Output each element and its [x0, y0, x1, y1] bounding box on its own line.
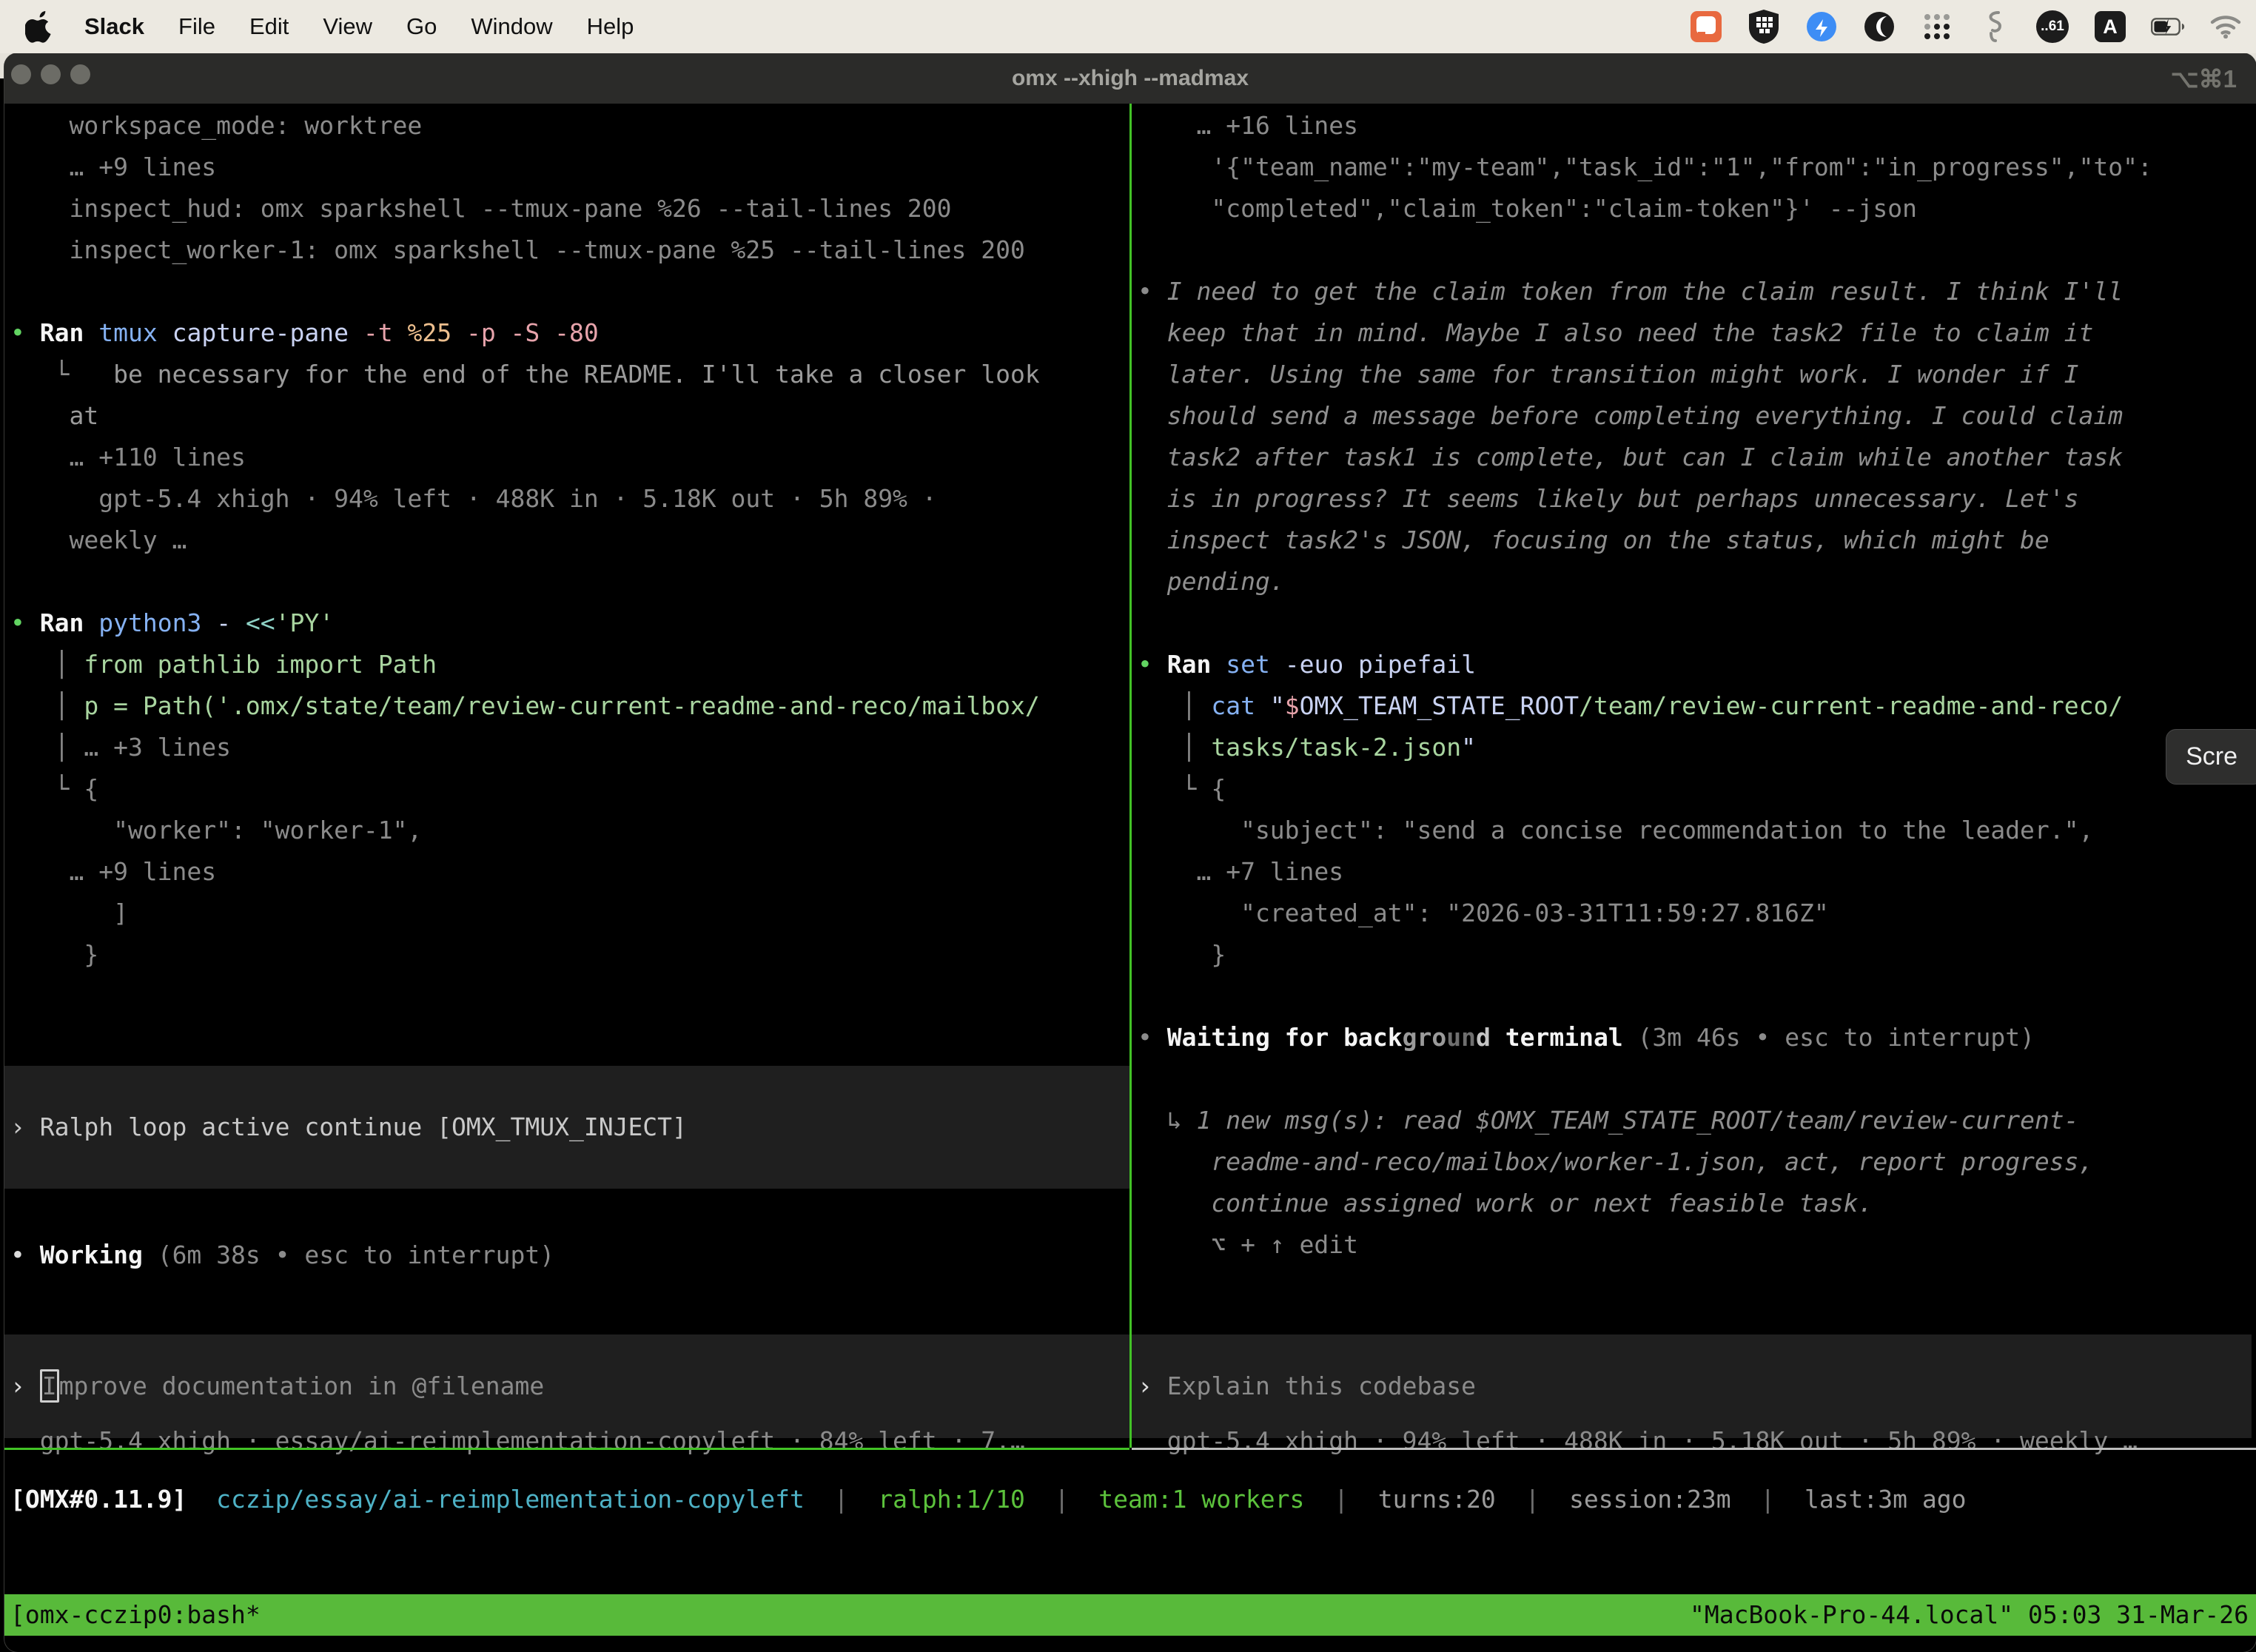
- tmux-pane-left[interactable]: workspace_mode: worktree … +9 lines insp…: [4, 104, 1129, 1448]
- terminal-line: "worker": "worker-1",: [10, 810, 1127, 851]
- chat-app-icon[interactable]: [1689, 10, 1723, 44]
- menu-item-file[interactable]: File: [178, 13, 215, 40]
- prompt-chevron: ›: [10, 1371, 40, 1400]
- left-model-status-line: gpt-5.4 xhigh · essay/ai-reimplementatio…: [10, 1420, 1025, 1462]
- terminal-line: ⌥ + ↑ edit: [1138, 1224, 2249, 1266]
- terminal-line: readme-and-reco/mailbox/worker-1.json, a…: [1138, 1141, 2249, 1183]
- right-model-status-line: gpt-5.4 xhigh · 94% left · 488K in · 5.1…: [1138, 1420, 2138, 1462]
- menu-item-view[interactable]: View: [323, 13, 372, 40]
- terminal-line: • Waiting for background terminal (3m 46…: [1138, 1017, 2249, 1058]
- terminal-line: [1138, 229, 2249, 271]
- terminal-line: workspace_mode: worktree: [10, 105, 1127, 147]
- input-source-icon[interactable]: A: [2093, 10, 2127, 44]
- terminal-line: "subject": "send a concise recommendatio…: [1138, 810, 2249, 851]
- terminal-line: task2 after task1 is complete, but can I…: [1138, 437, 2249, 478]
- terminal-line: [1138, 1058, 2249, 1100]
- terminal-line: │ tasks/task-2.json": [1138, 727, 2249, 768]
- tmux-session-name[interactable]: [omx-cczip0:bash*: [10, 1594, 261, 1636]
- tmux-pane-right[interactable]: … +16 lines '{"team_name":"my-team","tas…: [1132, 104, 2252, 1448]
- terminal-line: … +16 lines: [1138, 105, 2249, 147]
- terminal-line: inspect_hud: omx sparkshell --tmux-pane …: [10, 188, 1127, 229]
- terminal-line: "completed","claim_token":"claim-token"}…: [1138, 188, 2249, 229]
- left-pane-bottom-border: [4, 1448, 1129, 1450]
- terminal-window: omx --xhigh --madmax ⌥⌘1 workspace_mode:…: [4, 53, 2256, 1652]
- terminal-line: [10, 561, 1127, 602]
- terminal-line: │ … +3 lines: [10, 727, 1127, 768]
- terminal-line: inspect_worker-1: omx sparkshell --tmux-…: [10, 229, 1127, 271]
- terminal-line: [1138, 602, 2249, 644]
- shield-grid-icon[interactable]: [1747, 10, 1781, 44]
- wifi-icon[interactable]: [2209, 10, 2243, 44]
- terminal-line: "created_at": "2026-03-31T11:59:27.816Z": [1138, 893, 2249, 934]
- terminal-line: continue assigned work or next feasible …: [1138, 1183, 2249, 1224]
- window-title-bar[interactable]: omx --xhigh --madmax ⌥⌘1: [4, 53, 2256, 104]
- terminal-line: │ p = Path('.omx/state/team/review-curre…: [10, 685, 1127, 727]
- menu-item-help[interactable]: Help: [587, 13, 634, 40]
- terminal-line: • Ran python3 - <<'PY': [10, 602, 1127, 644]
- left-pane-transcript: workspace_mode: worktree … +9 lines insp…: [10, 105, 1127, 976]
- terminal-line: at: [10, 395, 1127, 437]
- input-placeholder: mprove documentation in @filename: [59, 1371, 545, 1400]
- right-pane-transcript: … +16 lines '{"team_name":"my-team","tas…: [1138, 105, 2249, 1266]
- terminal-line: └ be necessary for the end of the README…: [10, 354, 1127, 395]
- tmux-host-and-clock: "MacBook-Pro-44.local" 05:03 31-Mar-26: [1690, 1594, 2249, 1636]
- dots-grid-icon[interactable]: [1920, 10, 1954, 44]
- text-cursor: I: [40, 1369, 59, 1403]
- terminal-line: inspect task2's JSON, focusing on the st…: [1138, 520, 2249, 561]
- apple-menu-icon[interactable]: [25, 10, 55, 44]
- menu-item-edit[interactable]: Edit: [249, 13, 289, 40]
- right-pane-bottom-border: [1132, 1448, 2256, 1450]
- terminal-line: │ from pathlib import Path: [10, 644, 1127, 685]
- sync-blue-icon[interactable]: [1805, 10, 1839, 44]
- menu-item-window[interactable]: Window: [471, 13, 552, 40]
- terminal-line: }: [1138, 934, 2249, 976]
- terminal-line: … +7 lines: [1138, 851, 2249, 893]
- menu-app-name[interactable]: Slack: [84, 13, 144, 40]
- window-shortcut-badge: ⌥⌘1: [2171, 53, 2237, 104]
- terminal-line: … +110 lines: [10, 437, 1127, 478]
- terminal-line: '{"team_name":"my-team","task_id":"1","f…: [1138, 147, 2249, 188]
- terminal-line: [1138, 976, 2249, 1017]
- terminal-line: later. Using the same for transition mig…: [1138, 354, 2249, 395]
- terminal-line: [10, 271, 1127, 312]
- battery-percent-badge[interactable]: ..61: [2035, 10, 2069, 44]
- terminal-line: gpt-5.4 xhigh · 94% left · 488K in · 5.1…: [10, 478, 1127, 520]
- terminal-line: ↳ 1 new msg(s): read $OMX_TEAM_STATE_ROO…: [1138, 1100, 2249, 1141]
- terminal-line: └ {: [1138, 768, 2249, 810]
- inject-banner: › Ralph loop active continue [OMX_TMUX_I…: [4, 1066, 1129, 1189]
- terminal-line: • Ran set -euo pipefail: [1138, 644, 2249, 685]
- tmux-status-bar: [omx-cczip0:bash* "MacBook-Pro-44.local"…: [4, 1594, 2256, 1636]
- terminal-line: pending.: [1138, 561, 2249, 602]
- terminal-line: • Ran tmux capture-pane -t %25 -p -S -80: [10, 312, 1127, 354]
- menu-item-go[interactable]: Go: [406, 13, 437, 40]
- omx-session-status-bar: [OMX#0.11.9] cczip/essay/ai-reimplementa…: [10, 1479, 1967, 1520]
- terminal-line: keep that in mind. Maybe I also need the…: [1138, 312, 2249, 354]
- macos-menu-bar: Slack File Edit View Go Window Help ..61…: [0, 0, 2256, 53]
- terminal-line: weekly …: [10, 520, 1127, 561]
- terminal-line: └ {: [10, 768, 1127, 810]
- squiggle-icon[interactable]: [1978, 10, 2012, 44]
- terminal-line: │ cat "$OMX_TEAM_STATE_ROOT/team/review-…: [1138, 685, 2249, 727]
- terminal-line: … +9 lines: [10, 147, 1127, 188]
- window-title: omx --xhigh --madmax: [4, 53, 2256, 104]
- screen-edge-tooltip: Scre: [2166, 729, 2256, 785]
- battery-charging-icon[interactable]: [2151, 10, 2185, 44]
- terminal-line: }: [10, 934, 1127, 976]
- working-status-line: • Working (6m 38s • esc to interrupt): [10, 1235, 554, 1276]
- terminal-line: ]: [10, 893, 1127, 934]
- menu-bar-status-icons: ..61 A: [1689, 0, 2243, 53]
- terminal-line: should send a message before completing …: [1138, 395, 2249, 437]
- moon-circle-icon[interactable]: [1862, 10, 1896, 44]
- terminal-line: • I need to get the claim token from the…: [1138, 271, 2249, 312]
- terminal-line: … +9 lines: [10, 851, 1127, 893]
- terminal-line: is in progress? It seems likely but perh…: [1138, 478, 2249, 520]
